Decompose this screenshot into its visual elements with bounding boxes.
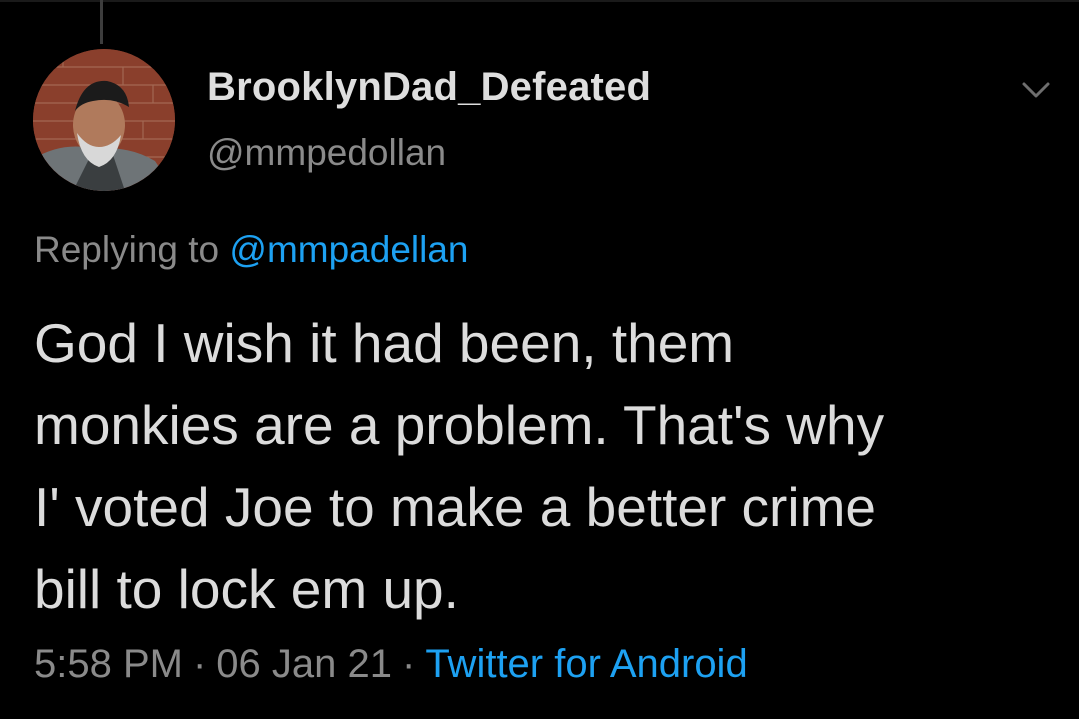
replying-to-line: Replying to @mmpadellan: [34, 229, 469, 271]
meta-separator: ·: [192, 642, 207, 686]
meta-separator: ·: [402, 642, 416, 686]
chevron-down-icon[interactable]: [1018, 75, 1054, 105]
tweet-source-link[interactable]: Twitter for Android: [425, 642, 747, 686]
replying-to-label: Replying to: [34, 229, 220, 270]
reply-mention-link[interactable]: @mmpadellan: [229, 229, 468, 270]
tweet-text-line: bill to lock em up.: [34, 558, 459, 620]
tweet-time[interactable]: 5:58 PM: [34, 642, 183, 686]
author-display-name[interactable]: BrooklynDad_Defeated: [207, 65, 651, 110]
avatar[interactable]: [33, 49, 175, 191]
top-divider: [0, 0, 1079, 2]
tweet-text-line: monkies are a problem. That's why: [34, 394, 885, 456]
tweet-metadata: 5:58 PM · 06 Jan 21 · Twitter for Android: [34, 642, 748, 687]
tweet-date[interactable]: 06 Jan 21: [216, 642, 392, 686]
author-handle[interactable]: @mmpedollan: [207, 132, 446, 174]
thread-connector-line: [100, 0, 103, 44]
tweet-text-line: I' voted Joe to make a better crime: [34, 476, 876, 538]
avatar-image: [33, 49, 175, 191]
tweet-text-line: God I wish it had been, them: [34, 312, 735, 374]
tweet-body: God I wish it had been, them monkies are…: [34, 302, 1054, 630]
